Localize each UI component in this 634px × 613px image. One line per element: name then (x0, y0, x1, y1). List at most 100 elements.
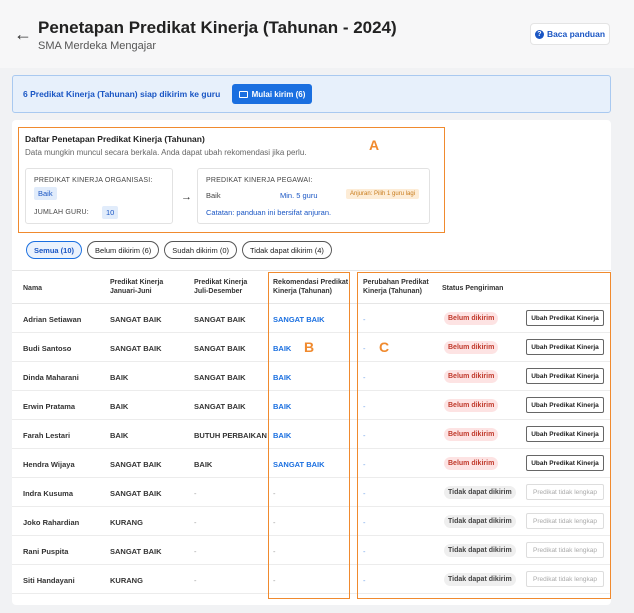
row-name: Farah Lestari (23, 431, 71, 440)
row-h1: SANGAT BAIK (110, 344, 162, 353)
employee-predicate-label: PREDIKAT KINERJA PEGAWAI: (206, 177, 313, 184)
change-predicate-button[interactable]: Ubah Predikat Kinerja (526, 397, 604, 413)
col-h2: Predikat Kinerja Juli-Desember (194, 279, 248, 295)
table-row: Indra Kusuma SANGAT BAIK - - - Tidak dap… (12, 478, 611, 507)
filter-not-sent[interactable]: Belum dikirim (6) (87, 241, 160, 259)
row-name: Erwin Pratama (23, 402, 76, 411)
filter-sent[interactable]: Sudah dikirim (0) (164, 241, 237, 259)
filter-tabs: Semua (10) Belum dikirim (6) Sudah dikir… (26, 241, 332, 259)
annotation-b: B (304, 339, 315, 355)
table-row: Farah Lestari BAIK BUTUH PERBAIKAN BAIK … (12, 420, 611, 449)
page-header: ← Penetapan Predikat Kinerja (Tahunan - … (0, 0, 634, 68)
row-name: Dinda Maharani (23, 373, 79, 382)
table-row: Joko Rahardian KURANG - - - Tidak dapat … (12, 507, 611, 536)
table-row: Erwin Pratama BAIK SANGAT BAIK BAIK - Be… (12, 391, 611, 420)
col-change: Perubahan Predikat Kinerja (Tahunan) (363, 279, 429, 295)
row-h2: BAIK (194, 460, 213, 469)
status-badge: Tidak dapat dikirim (444, 486, 516, 499)
row-h2: SANGAT BAIK (194, 402, 246, 411)
annotation-a: A (369, 137, 380, 153)
row-h1: BAIK (110, 431, 129, 440)
change-predicate-button[interactable]: Ubah Predikat Kinerja (526, 310, 604, 326)
table-row: Siti Handayani KURANG - - - Tidak dapat … (12, 565, 611, 594)
guide-button[interactable]: ? Baca panduan (530, 23, 610, 45)
suggestion-badge: Anjuran: Pilih 1 guru lagi (346, 189, 420, 199)
filter-all[interactable]: Semua (10) (26, 241, 83, 259)
status-badge: Belum dikirim (444, 399, 499, 412)
status-badge: Belum dikirim (444, 341, 499, 354)
change-predicate-button[interactable]: Ubah Predikat Kinerja (526, 426, 604, 442)
org-predicate-value: Baik (34, 187, 57, 200)
row-change: - (363, 315, 366, 324)
status-badge: Tidak dapat dikirim (444, 515, 516, 528)
status-badge: Belum dikirim (444, 457, 499, 470)
summary-title: Daftar Penetapan Predikat Kinerja (Tahun… (25, 134, 205, 144)
row-change: - (363, 431, 366, 440)
row-h1: SANGAT BAIK (110, 489, 162, 498)
row-h2: SANGAT BAIK (194, 315, 246, 324)
row-recommendation: BAIK (273, 344, 292, 353)
arrow-right-icon: → (181, 191, 192, 203)
table-row: Adrian Setiawan SANGAT BAIK SANGAT BAIK … (12, 304, 611, 333)
change-predicate-button[interactable]: Ubah Predikat Kinerja (526, 455, 604, 471)
page-title: Penetapan Predikat Kinerja (Tahunan - 20… (38, 18, 397, 37)
row-name: Hendra Wijaya (23, 460, 75, 469)
annotation-c: C (379, 339, 390, 355)
row-name: Rani Puspita (23, 547, 69, 556)
filter-cannot-send[interactable]: Tidak dapat dikirim (4) (241, 241, 332, 259)
row-recommendation: - (273, 489, 276, 498)
back-arrow-icon[interactable]: ← (14, 24, 32, 45)
status-badge: Tidak dapat dikirim (444, 573, 516, 586)
incomplete-predicate-button: Predikat tidak lengkap (526, 571, 604, 587)
row-h1: BAIK (110, 402, 129, 411)
employee-predicate-value: Baik (206, 191, 221, 200)
status-badge: Tidak dapat dikirim (444, 544, 516, 557)
status-badge: Belum dikirim (444, 312, 499, 325)
row-recommendation: BAIK (273, 373, 292, 382)
row-h1: KURANG (110, 576, 143, 585)
row-recommendation: - (273, 518, 276, 527)
table-header: Nama Predikat Kinerja Januari-Juni Predi… (12, 270, 611, 304)
start-send-button[interactable]: Mulai kirim (6) (232, 84, 312, 104)
min-teachers: Min. 5 guru (280, 191, 318, 200)
table-row: Budi Santoso SANGAT BAIK SANGAT BAIK BAI… (12, 333, 611, 362)
table-row: Hendra Wijaya SANGAT BAIK BAIK SANGAT BA… (12, 449, 611, 478)
row-change: - (363, 576, 366, 585)
row-change: - (363, 402, 366, 411)
row-h2: - (194, 576, 197, 585)
row-name: Adrian Setiawan (23, 315, 82, 324)
row-recommendation: - (273, 576, 276, 585)
row-h1: KURANG (110, 518, 143, 527)
col-recommendation: Rekomendasi Predikat Kinerja (Tahunan) (273, 279, 349, 295)
guidance-note: Catatan: panduan ini bersifat anjuran. (206, 208, 332, 217)
org-predicate-box: PREDIKAT KINERJA ORGANISASI: Baik JUMLAH… (25, 168, 173, 224)
incomplete-predicate-button: Predikat tidak lengkap (526, 542, 604, 558)
org-predicate-label: PREDIKAT KINERJA ORGANISASI: (34, 177, 153, 184)
row-h1: SANGAT BAIK (110, 315, 162, 324)
row-recommendation: - (273, 547, 276, 556)
row-recommendation: BAIK (273, 402, 292, 411)
guide-button-label: Baca panduan (546, 29, 606, 39)
row-change: - (363, 518, 366, 527)
school-name: SMA Merdeka Mengajar (38, 40, 156, 52)
send-banner: 6 Predikat Kinerja (Tahunan) siap dikiri… (12, 75, 611, 113)
mail-icon (238, 90, 248, 98)
banner-text: 6 Predikat Kinerja (Tahunan) siap dikiri… (23, 89, 221, 99)
change-predicate-button[interactable]: Ubah Predikat Kinerja (526, 339, 604, 355)
start-send-label: Mulai kirim (6) (251, 89, 306, 99)
col-h1: Predikat Kinerja Januari-Juni (110, 279, 164, 295)
row-change: - (363, 344, 366, 353)
row-recommendation: SANGAT BAIK (273, 460, 325, 469)
summary-subtitle: Data mungkin muncul secara berkala. Anda… (25, 148, 307, 157)
row-h2: SANGAT BAIK (194, 344, 246, 353)
row-h2: - (194, 518, 197, 527)
teacher-count-label: JUMLAH GURU: (34, 209, 89, 216)
row-h1: BAIK (110, 373, 129, 382)
change-predicate-button[interactable]: Ubah Predikat Kinerja (526, 368, 604, 384)
row-recommendation: BAIK (273, 431, 292, 440)
row-change: - (363, 460, 366, 469)
row-change: - (363, 547, 366, 556)
row-h1: SANGAT BAIK (110, 460, 162, 469)
teacher-count-value: 10 (102, 206, 119, 219)
incomplete-predicate-button: Predikat tidak lengkap (526, 513, 604, 529)
